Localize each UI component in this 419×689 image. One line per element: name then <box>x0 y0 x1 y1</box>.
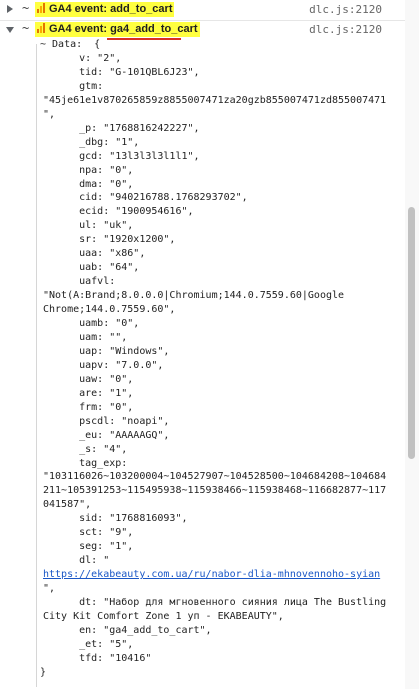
data-line: en: "ga4_add_to_cart", <box>43 624 212 636</box>
analytics-bars-icon <box>37 3 47 13</box>
scrollbar-thumb[interactable] <box>408 207 415 459</box>
data-line: gcd: "13l3l3l3l1l1", <box>43 150 200 162</box>
expand-arrow-icon[interactable] <box>7 5 13 13</box>
data-line: _p: "1768816242227", <box>43 122 200 134</box>
source-link[interactable]: dlc.js:2120 <box>309 23 382 36</box>
data-line: pscdl: "noapi", <box>43 415 170 427</box>
data-line: tag_exp: <box>43 457 128 469</box>
analytics-bars-icon <box>37 23 47 33</box>
source-link[interactable]: dlc.js:2120 <box>309 3 382 16</box>
tilde-marker: ~ <box>22 1 30 15</box>
data-line: uap: "Windows", <box>43 345 170 357</box>
data-line: ~ Data: { <box>40 39 101 50</box>
data-line: seg: "1", <box>43 541 134 553</box>
data-line: dl: " <box>43 555 110 567</box>
data-line: ", <box>43 583 56 595</box>
data-line: _s: "4", <box>43 443 128 455</box>
data-line: "45je61e1v870265859z8855007471za20gzb855… <box>43 94 387 106</box>
data-line: npa: "0", <box>43 164 134 176</box>
data-line: "103116026~103200004~104527907~104528500… <box>43 471 387 483</box>
data-line: uapv: "7.0.0", <box>43 359 164 371</box>
data-line: v: "2", <box>43 52 122 64</box>
data-line: ", <box>43 108 56 120</box>
data-line: tfd: "10416" <box>43 652 152 664</box>
data-line: } <box>40 666 47 678</box>
data-line: gtm: <box>43 80 104 92</box>
data-line: _eu: "AAAAAGQ", <box>43 429 170 441</box>
url-link[interactable]: https://ekabeauty.com.ua/ru/nabor-dlia-m… <box>43 568 380 581</box>
data-line: are: "1", <box>43 387 134 399</box>
data-line: dt: "Набор для мгновенного сияния лица T… <box>43 597 387 608</box>
data-line: ul: "uk", <box>43 220 134 232</box>
event-badge-label: GA4 event: ga4_add_to_cart <box>49 23 198 35</box>
indent-guide <box>36 44 37 687</box>
data-line: sr: "1920x1200", <box>43 234 176 246</box>
data-line: uamb: "0", <box>43 318 140 329</box>
event-badge: GA4 event: ga4_add_to_cart <box>35 22 200 37</box>
data-line: _dbg: "1", <box>43 136 140 148</box>
data-line: uafvl: <box>43 276 116 288</box>
data-line: ecid: "1900954616", <box>43 206 194 218</box>
event-badge-label: GA4 event: add_to_cart <box>49 3 173 15</box>
collapse-arrow-icon[interactable] <box>6 27 14 33</box>
data-line: cid: "940216788.1768293702", <box>43 192 248 204</box>
data-line: 211~105391253~115495938~115938466~115938… <box>43 485 387 497</box>
data-line: dma: "0", <box>43 178 134 190</box>
data-line: frm: "0", <box>43 401 134 413</box>
event-badge: GA4 event: add_to_cart <box>35 2 175 17</box>
data-line: Chrome;144.0.7559.60", <box>43 304 176 316</box>
tilde-marker: ~ <box>22 21 30 35</box>
data-line: "Not(A:Brand;8.0.0.0|Chromium;144.0.7559… <box>43 290 345 302</box>
data-line: sct: "9", <box>43 527 134 539</box>
event-row-add-to-cart[interactable]: ~ GA4 event: add_to_cart dlc.js:2120 <box>0 0 405 21</box>
red-underline-annotation <box>107 38 181 40</box>
data-line: tid: "G-101QBL6J23", <box>43 66 200 78</box>
data-line: _et: "5", <box>43 638 134 650</box>
data-line: 041587", <box>43 499 92 511</box>
data-line: uaw: "0", <box>43 373 134 385</box>
data-line: uaa: "x86", <box>43 248 146 260</box>
data-line: City Kit Comfort Zone 1 уп - EKABEAUTY", <box>43 610 284 622</box>
event-row-ga4-add-to-cart[interactable]: ~ GA4 event: ga4_add_to_cart dlc.js:2120 <box>0 20 405 40</box>
data-line: sid: "1768816093", <box>43 513 188 525</box>
vertical-scrollbar[interactable] <box>405 0 419 689</box>
data-line: uam: "", <box>43 331 128 343</box>
data-line: uab: "64", <box>43 262 140 274</box>
